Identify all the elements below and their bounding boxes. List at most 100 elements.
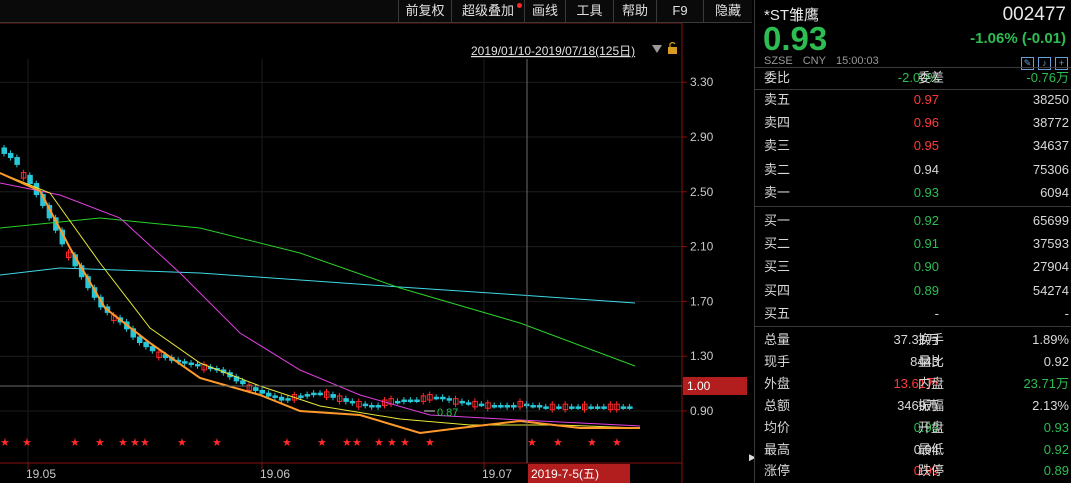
signal-star-icon: ★	[212, 437, 222, 449]
candle-body	[278, 396, 285, 401]
signal-star-icon: ★	[0, 437, 10, 449]
bid-price: 0.91	[913, 236, 939, 252]
signal-star-icon: ★	[177, 437, 187, 449]
stat-label: 外盘	[764, 375, 791, 391]
forward-adjust-button[interactable]: 前复权	[398, 0, 451, 22]
bid-level-label: 买一	[764, 213, 791, 228]
signal-star-icon: ★	[527, 437, 537, 449]
stats-row: 总额 3469万 振幅 2.13%	[755, 395, 1071, 417]
f9-button[interactable]: F9	[656, 0, 703, 22]
candle-body	[27, 174, 33, 185]
candle-body	[569, 406, 575, 409]
signal-star-icon: ★	[342, 437, 352, 449]
crosshair-price-label: 1.00	[687, 379, 711, 393]
candle-body	[465, 402, 472, 405]
candle-body	[14, 157, 20, 165]
date-tick-label: 19.06	[260, 467, 290, 481]
weicha-value: -0.76万	[1026, 70, 1069, 85]
stat-label-2: 开盘	[918, 419, 945, 435]
candle-body	[601, 406, 607, 409]
bid-level-label: 买三	[764, 259, 791, 275]
ask-level-row: 卖一 0.93 6094	[755, 182, 1071, 204]
signal-star-icon: ★	[70, 437, 80, 449]
candles-layer	[1, 144, 633, 413]
signal-star-icon: ★	[282, 437, 292, 449]
price-tick-label: 0.90	[690, 404, 714, 418]
signal-star-icon: ★	[118, 437, 128, 449]
candle-body	[311, 392, 317, 396]
candle-body	[265, 392, 272, 397]
ask-level-row: 卖四 0.96 38772	[755, 112, 1071, 134]
stat-value-2: 0.93	[1043, 419, 1069, 435]
candle-body	[556, 406, 562, 409]
date-range-label[interactable]: 2019/01/10-2019/07/18(125日)	[471, 44, 635, 58]
stat-label-2: 跌停	[918, 463, 945, 479]
stats-row: 现手 8443 量比 0.92	[755, 351, 1071, 373]
bid-level-label: 买五	[764, 305, 791, 321]
quote-meta: SZSE CNY 15:00:03	[764, 55, 889, 67]
candle-body	[136, 336, 143, 343]
bid-volume: -	[1064, 305, 1069, 321]
candle-body	[375, 405, 382, 408]
candle-body	[407, 399, 414, 403]
candle-body	[620, 406, 627, 409]
stat-value-2: 0.89	[1043, 463, 1069, 479]
candle-body	[182, 361, 188, 364]
help-button[interactable]: 帮助	[613, 0, 656, 22]
range-dropdown-icon[interactable]	[652, 45, 662, 53]
last-price: 0.93	[763, 20, 828, 57]
candle-body	[543, 406, 549, 409]
ask-level-row: 卖五 0.97 38250	[755, 89, 1071, 111]
bid-level-label: 买二	[764, 236, 791, 252]
tools-button[interactable]: 工具	[565, 0, 613, 22]
hide-button[interactable]: 隐藏	[703, 0, 752, 22]
ask-volume: 75306	[1032, 161, 1069, 177]
super-overlay-label: 超级叠加	[461, 3, 514, 18]
super-overlay-button[interactable]: 超级叠加	[451, 0, 524, 22]
bid-level-row: 买二 0.91 37593	[755, 233, 1071, 255]
stats-row: 涨停 0.99 跌停 0.89	[755, 460, 1071, 482]
ask-price: 0.93	[913, 184, 939, 200]
candle-body	[304, 394, 311, 397]
candle-body	[272, 395, 278, 398]
candle-body	[446, 398, 453, 401]
candle-body	[498, 405, 504, 408]
stats-row: 均价 0.93 开盘 0.93	[755, 417, 1071, 439]
signal-star-icon: ★	[387, 437, 397, 449]
weibi-row: 委比 -2.00% 委差 -0.76万	[755, 67, 1071, 89]
candle-body	[149, 346, 156, 352]
candle-body	[401, 399, 407, 403]
signal-star-icon: ★	[22, 437, 32, 449]
ask-level-label: 卖四	[764, 115, 791, 131]
candle-body	[594, 406, 601, 409]
signal-star-icon: ★	[553, 437, 563, 449]
candle-body	[188, 362, 195, 366]
quote-time: 15:00:03	[835, 55, 879, 67]
candle-body	[588, 406, 594, 409]
weicha-label: 委差	[918, 70, 945, 85]
stat-label: 涨停	[764, 463, 791, 479]
stats-row: 总量 37.31万 换手 1.89%	[755, 329, 1071, 351]
draw-line-button[interactable]: 画线	[524, 0, 565, 22]
lock-icon[interactable]	[668, 41, 677, 55]
candle-body	[343, 398, 349, 402]
ma20-line	[0, 182, 641, 427]
stat-label: 最高	[764, 441, 791, 457]
ask-level-label: 卖三	[764, 138, 791, 154]
price-tick-label: 1.70	[690, 294, 714, 308]
bid-level-row: 买一 0.92 65699	[755, 210, 1071, 232]
notification-dot-icon	[517, 3, 522, 8]
bid-level-row: 买三 0.90 27904	[755, 256, 1071, 278]
quote-panel: *ST雏鹰 002477 0.93 -1.06% (-0.01) SZSE CNY…	[754, 0, 1071, 483]
ask-price: 0.95	[913, 138, 939, 154]
ask-level-label: 卖五	[764, 92, 791, 107]
ask-level-label: 卖二	[764, 161, 791, 177]
stat-label: 均价	[764, 419, 791, 435]
candle-body	[478, 403, 485, 407]
candle-body	[298, 395, 304, 398]
date-tick-label: 19.07	[482, 467, 512, 481]
ask-level-label: 卖一	[764, 184, 791, 200]
kline-chart[interactable]: ★ ★ ★ ★ ★ ★ ★ ★ ★ ★ ★ ★ ★ ★ ★ ★ ★ ★ ★ ★ ★ 3.302.902.502.101.…	[0, 23, 752, 483]
ask-price: 0.94	[913, 161, 939, 177]
date-axis: 19.05 19.06 19.07	[26, 463, 512, 481]
